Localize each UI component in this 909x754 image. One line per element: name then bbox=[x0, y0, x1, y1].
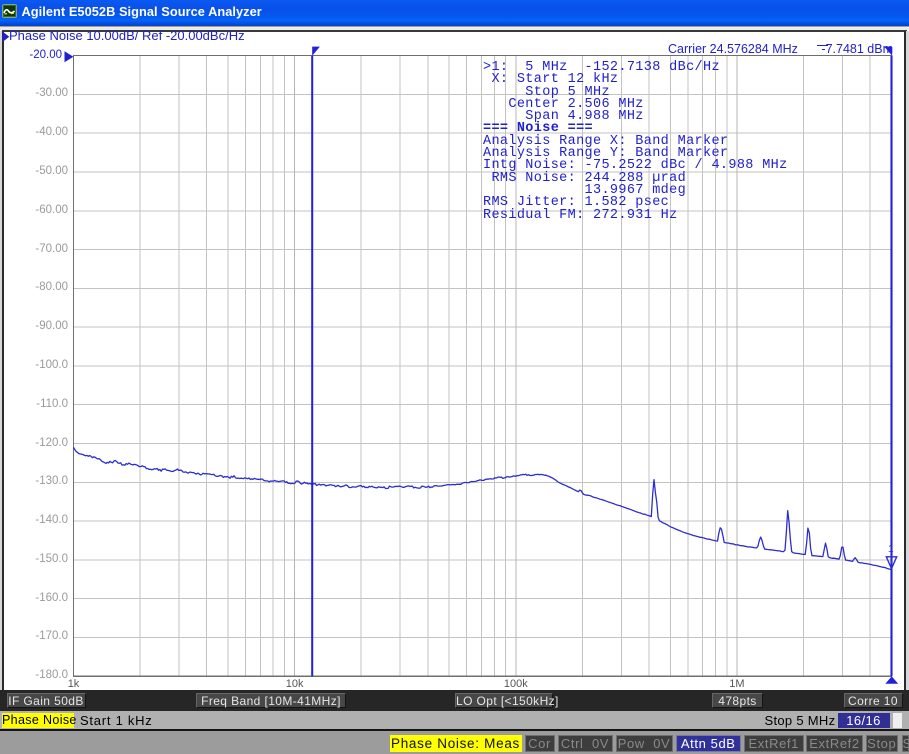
svg-text:1: 1 bbox=[888, 544, 894, 555]
